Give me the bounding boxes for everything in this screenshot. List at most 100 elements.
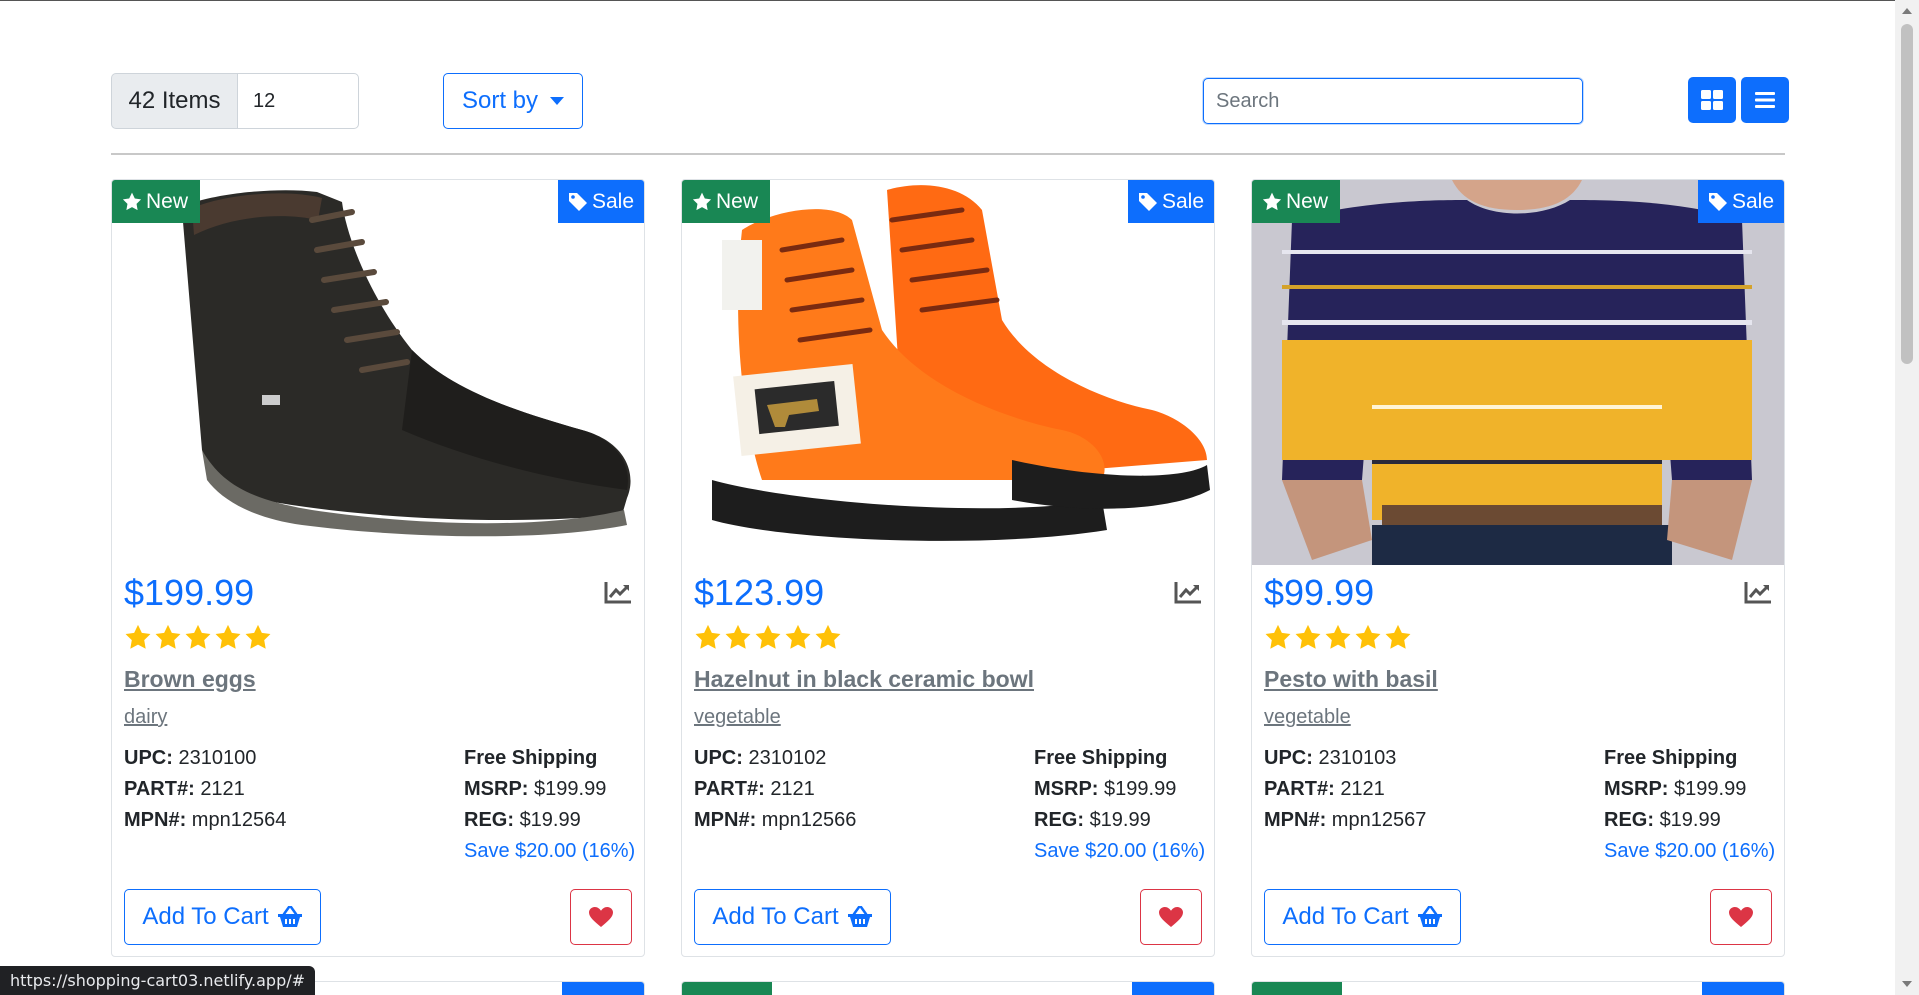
new-badge: New (682, 180, 771, 223)
new-badge-partial (1252, 982, 1342, 995)
sale-badge-partial (1132, 982, 1214, 995)
upc-label: UPC: (124, 747, 173, 769)
items-per-page-input[interactable]: 12 (237, 73, 359, 129)
star-icon (154, 624, 182, 655)
reg-row: REG: $19.99 (1604, 805, 1775, 836)
part-label: PART#: (124, 778, 195, 800)
reg-label: REG: (1604, 809, 1654, 831)
price-history-icon[interactable] (604, 580, 632, 609)
scroll-down-arrow-icon[interactable] (1902, 981, 1912, 987)
add-to-wishlist-button[interactable] (1710, 889, 1772, 945)
product-card-partial (1251, 981, 1785, 995)
heart-icon (589, 906, 613, 927)
reg-value: $19.99 (1089, 809, 1151, 831)
star-icon (124, 624, 152, 655)
reg-value: $19.99 (519, 809, 581, 831)
sale-badge-partial (1702, 982, 1784, 995)
part-row: PART#: 2121 (124, 774, 286, 805)
msrp-value: $199.99 (1104, 778, 1177, 800)
star-icon (754, 624, 782, 655)
msrp-row: MSRP: $199.99 (1034, 774, 1205, 805)
star-icon (814, 624, 842, 655)
star-icon (1324, 624, 1352, 655)
sort-by-dropdown[interactable]: Sort by (443, 73, 583, 129)
scroll-thumb[interactable] (1901, 24, 1913, 364)
product-title-link[interactable]: Pesto with basil (1264, 666, 1438, 693)
star-icon (694, 624, 722, 655)
shipping-row: Free Shipping (1034, 743, 1205, 774)
star-icon (1354, 624, 1382, 655)
reg-label: REG: (464, 809, 514, 831)
msrp-label: MSRP: (1604, 778, 1669, 800)
star-icon (214, 624, 242, 655)
product-image[interactable] (1252, 180, 1784, 565)
items-per-page-group: 42 Items 12 (111, 73, 359, 129)
msrp-value: $199.99 (1674, 778, 1747, 800)
new-badge-partial (682, 982, 772, 995)
price-history-icon[interactable] (1174, 580, 1202, 609)
reg-value: $19.99 (1659, 809, 1721, 831)
upc-value: 2310103 (1318, 747, 1397, 769)
product-category-link[interactable]: dairy (124, 706, 167, 729)
star-icon (1294, 624, 1322, 655)
part-value: 2121 (200, 778, 245, 800)
catalog-toolbar: 42 Items 12 Sort by Search (111, 73, 1789, 129)
msrp-label: MSRP: (464, 778, 529, 800)
new-badge: New (1252, 180, 1341, 223)
add-to-cart-button[interactable]: Add To Cart (124, 889, 321, 945)
grid-icon (1701, 90, 1723, 110)
product-category-link[interactable]: vegetable (694, 706, 781, 729)
page-scrollbar[interactable] (1895, 0, 1919, 995)
star-icon (122, 192, 142, 211)
rating-stars (1264, 624, 1412, 655)
sale-badge: Sale (1697, 180, 1784, 223)
new-badge-label: New (146, 189, 189, 213)
sort-by-label: Sort by (461, 87, 539, 114)
add-to-wishlist-button[interactable] (1140, 889, 1202, 945)
part-label: PART#: (1264, 778, 1335, 800)
product-image[interactable] (112, 180, 644, 565)
add-to-cart-button[interactable]: Add To Cart (1264, 889, 1461, 945)
product-title-link[interactable]: Hazelnut in black ceramic bowl (694, 666, 1034, 693)
mpn-value: mpn12567 (1331, 809, 1427, 831)
add-to-cart-button[interactable]: Add To Cart (694, 889, 891, 945)
star-icon (692, 192, 712, 211)
upc-row: UPC: 2310100 (124, 743, 286, 774)
product-image[interactable] (682, 180, 1214, 565)
msrp-label: MSRP: (1034, 778, 1099, 800)
part-row: PART#: 2121 (694, 774, 856, 805)
window-top-border (0, 0, 1919, 1)
price-history-icon[interactable] (1744, 580, 1772, 609)
savings-text: Save $20.00 (16%) (464, 840, 636, 862)
product-title-link[interactable]: Brown eggs (124, 666, 256, 693)
product-pricing: Free Shipping MSRP: $199.99 REG: $19.99 … (464, 743, 635, 867)
mpn-value: mpn12564 (191, 809, 287, 831)
shipping-row: Free Shipping (1604, 743, 1775, 774)
star-icon (1262, 192, 1282, 211)
product-category-link[interactable]: vegetable (1264, 706, 1351, 729)
star-icon (1264, 624, 1292, 655)
list-view-button[interactable] (1741, 77, 1789, 123)
list-icon (1755, 92, 1775, 108)
product-card: New Sale $99.99 Pesto with basil vegetab… (1251, 179, 1785, 957)
upc-label: UPC: (1264, 747, 1313, 769)
status-bar-url: https://shopping-cart03.netlify.app/# (0, 966, 316, 995)
mpn-row: MPN#: mpn12566 (694, 805, 856, 836)
product-card: New Sale $123.99 Hazelnut in black ceram… (681, 179, 1215, 957)
scroll-up-arrow-icon[interactable] (1902, 8, 1912, 14)
toolbar-divider (111, 153, 1785, 155)
star-icon (244, 624, 272, 655)
msrp-value: $199.99 (534, 778, 607, 800)
part-label: PART#: (694, 778, 765, 800)
part-value: 2121 (770, 778, 815, 800)
star-icon (184, 624, 212, 655)
msrp-row: MSRP: $199.99 (464, 774, 635, 805)
star-icon (1384, 624, 1412, 655)
upc-row: UPC: 2310102 (694, 743, 856, 774)
tag-icon (1708, 192, 1727, 211)
part-row: PART#: 2121 (1264, 774, 1426, 805)
add-to-wishlist-button[interactable] (570, 889, 632, 945)
grid-view-button[interactable] (1688, 77, 1736, 123)
search-input[interactable]: Search (1203, 78, 1583, 124)
free-shipping-label: Free Shipping (1034, 747, 1168, 769)
